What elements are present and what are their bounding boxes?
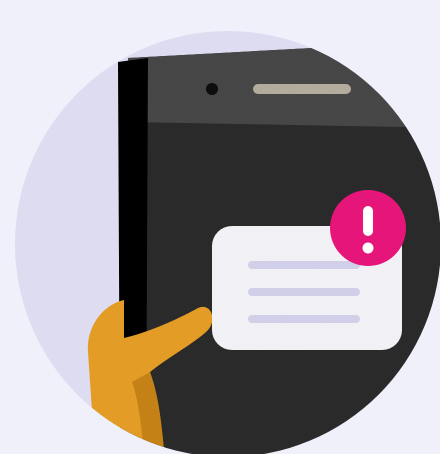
message-line-3	[248, 315, 360, 323]
message-line-1	[248, 261, 360, 269]
phone-alert-illustration	[15, 31, 440, 454]
speaker-grille	[253, 84, 351, 94]
exclamation-badge-icon	[330, 190, 406, 266]
camera-icon	[206, 83, 218, 95]
message-line-2	[248, 288, 360, 296]
illustration-canvas	[0, 0, 440, 454]
